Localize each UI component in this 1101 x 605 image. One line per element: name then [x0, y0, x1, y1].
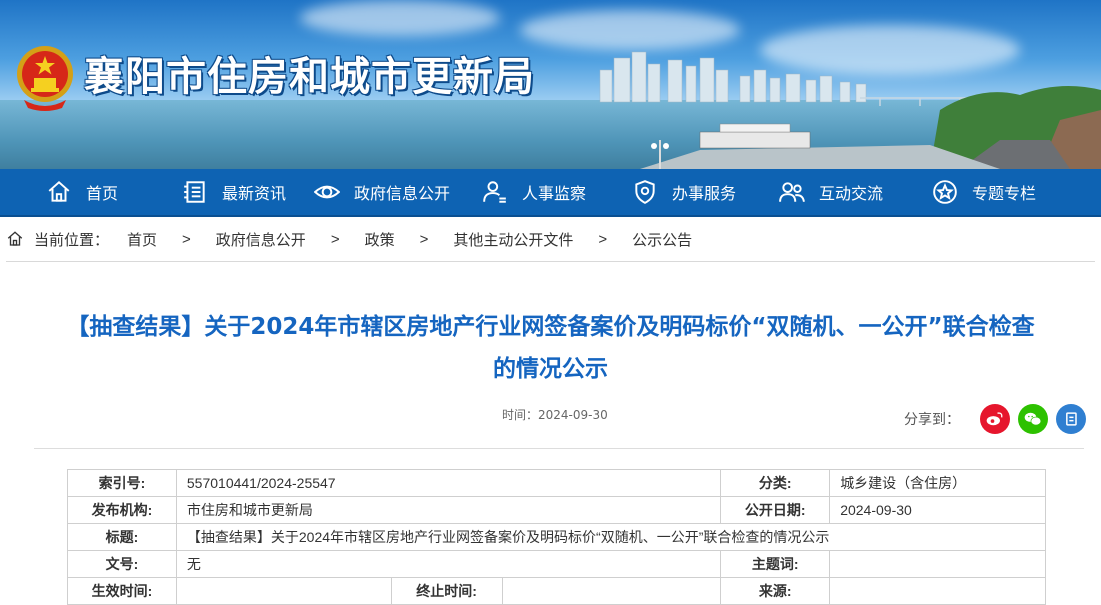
table-row: 标题: 【抽查结果】关于2024年市辖区房地产行业网签备案价及明码标价“双随机、… [67, 523, 1047, 551]
copy-icon [1066, 412, 1077, 426]
nav-item-label: 政府信息公开 [354, 186, 451, 203]
publisher-value: 市住房和城市更新局 [175, 496, 722, 524]
index-value: 557010441/2024-25547 [175, 469, 722, 497]
effective-time-label: 生效时间: [67, 577, 177, 605]
table-row: 发布机构: 市住房和城市更新局 公开日期: 2024-09-30 [67, 496, 1046, 524]
nav-item-personnel[interactable]: 人事监察 [482, 168, 632, 216]
home-icon [7, 231, 23, 246]
breadcrumb-label: 当前位置： [34, 231, 110, 249]
table-row: 索引号: 557010441/2024-25547 分类: 城乡建设（含住房） [67, 469, 1046, 497]
table-row: 生效时间: 终止时间: 来源: [67, 577, 1046, 605]
share-label: 分享到： [904, 411, 960, 427]
nav-item-label: 首页 [86, 186, 119, 203]
article-meta: 时间：2024-09-30 分享到： [0, 404, 1101, 448]
table-row: 文号: 无 主题词: [67, 550, 1046, 578]
breadcrumb-separator: > [330, 230, 340, 248]
nav-item-label: 最新资讯 [222, 186, 287, 203]
expire-time-value [501, 577, 722, 605]
nav-item-home[interactable]: 首页 [46, 168, 182, 216]
nav-item-news[interactable]: 最新资讯 [182, 168, 314, 216]
document-info-table: 索引号: 557010441/2024-25547 分类: 城乡建设（含住房） … [67, 469, 1047, 605]
doc-number-label: 文号: [67, 550, 177, 578]
nav-item-services[interactable]: 办事服务 [632, 168, 779, 216]
nav-item-interaction[interactable]: 互动交流 [779, 168, 932, 216]
eye-icon [314, 185, 340, 199]
breadcrumb: 当前位置： 首页 > 政府信息公开 > 政策 > 其他主动公开文件 > 公示公告 [6, 217, 1095, 262]
subject-label: 主题词: [720, 550, 831, 578]
publish-date-value: 2024-09-30 [829, 496, 1046, 524]
doc-title-label: 标题: [67, 523, 177, 551]
article-title: 【抽查结果】关于2024年市辖区房地产行业网签备案价及明码标价“双随机、一公开”… [66, 314, 1035, 382]
shield-icon [635, 180, 655, 204]
publisher-label: 发布机构: [67, 496, 177, 524]
news-icon [184, 181, 205, 203]
doc-title-value: 【抽查结果】关于2024年市辖区房地产行业网签备案价及明码标价“双随机、一公开”… [175, 523, 1047, 551]
weibo-icon [986, 412, 1003, 426]
breadcrumb-separator: > [598, 230, 608, 248]
source-value [829, 577, 1046, 605]
breadcrumb-item-gov-info[interactable]: 政府信息公开 [216, 229, 306, 250]
nav-item-gov-info[interactable]: 政府信息公开 [314, 168, 482, 216]
breadcrumb-separator: > [419, 230, 429, 248]
subject-value [829, 550, 1046, 578]
nav-item-label: 互动交流 [819, 186, 884, 203]
effective-time-value [175, 577, 392, 605]
category-value: 城乡建设（含住房） [829, 469, 1046, 497]
breadcrumb-separator: > [182, 230, 191, 248]
user-icon [483, 181, 506, 203]
breadcrumb-item-policy[interactable]: 政策 [365, 229, 395, 250]
divider [34, 448, 1084, 449]
breadcrumb-item-other-docs[interactable]: 其他主动公开文件 [453, 229, 573, 250]
share-bar: 分享到： [904, 404, 1094, 434]
nav-item-label: 人事监察 [522, 186, 587, 203]
site-banner: 襄阳市住房和城市更新局 [0, 0, 1101, 169]
people-icon [779, 182, 805, 202]
site-title: 襄阳市住房和城市更新局 [84, 54, 535, 100]
nav-item-label: 专题专栏 [972, 186, 1037, 203]
publish-time: 时间：2024-09-30 [502, 408, 608, 422]
share-copy-button[interactable] [1056, 404, 1086, 434]
wechat-icon [1024, 412, 1042, 426]
nav-item-special[interactable]: 专题专栏 [932, 168, 1072, 216]
publish-date-label: 公开日期: [720, 496, 831, 524]
share-wechat-button[interactable] [1018, 404, 1048, 434]
share-weibo-button[interactable] [980, 404, 1010, 434]
breadcrumb-item-home[interactable]: 首页 [127, 229, 157, 250]
doc-number-value: 无 [175, 550, 722, 578]
main-nav: 首页 最新资讯 政府信息公开 人事监察 办事服务 互动交流 专题专栏 [0, 169, 1101, 217]
index-label: 索引号: [67, 469, 177, 497]
nav-item-label: 办事服务 [672, 186, 737, 203]
source-label: 来源: [720, 577, 831, 605]
breadcrumb-item-announcement[interactable]: 公示公告 [632, 229, 692, 250]
star-icon [933, 180, 957, 204]
home-icon [48, 180, 70, 202]
category-label: 分类: [720, 469, 831, 497]
national-emblem-icon [17, 46, 73, 111]
expire-time-label: 终止时间: [390, 577, 503, 605]
